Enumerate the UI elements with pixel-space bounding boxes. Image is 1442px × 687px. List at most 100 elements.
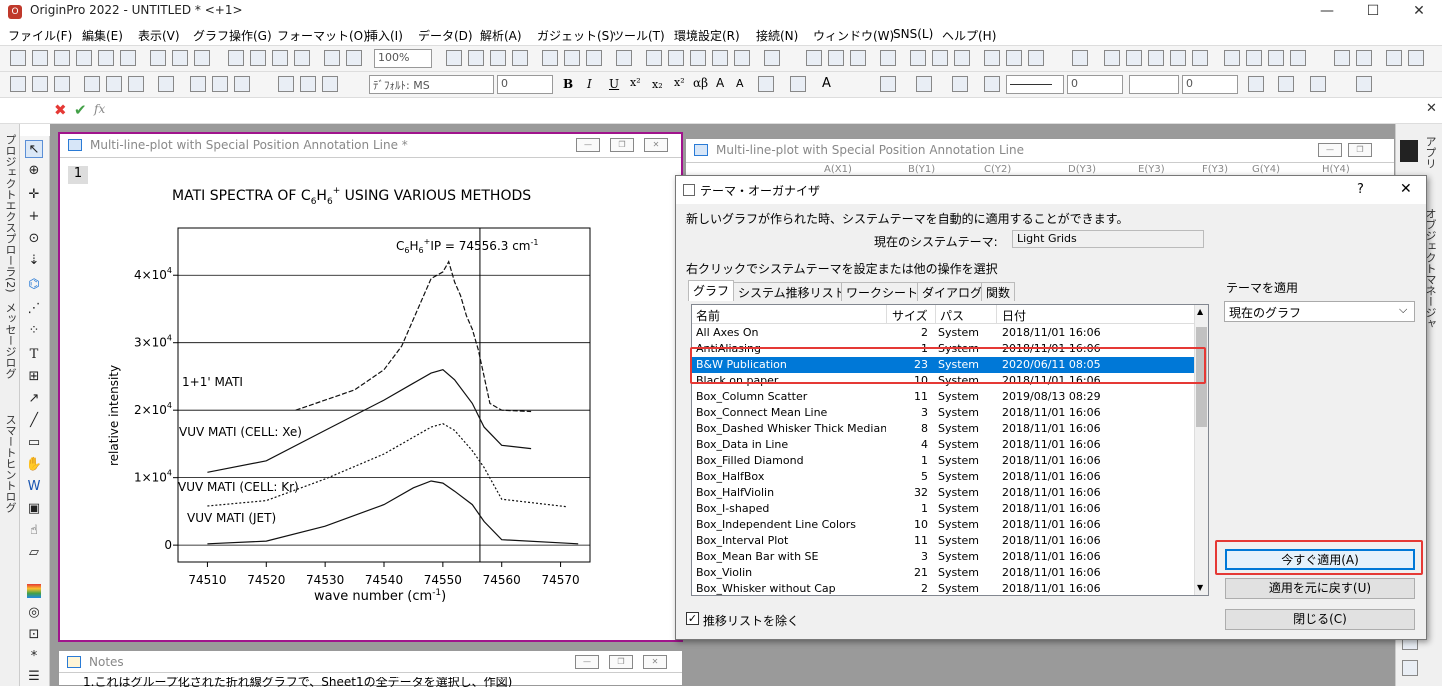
recalculate-icon[interactable] — [346, 50, 362, 66]
data-info-icon[interactable] — [690, 50, 706, 66]
sort-icon[interactable] — [850, 50, 866, 66]
tab-graph[interactable]: グラフ — [688, 280, 735, 301]
column-header[interactable]: D(Y3) — [1068, 164, 1096, 175]
eraser-icon[interactable]: ▱ — [25, 544, 43, 562]
column-header[interactable]: B(Y1) — [908, 164, 935, 175]
list-item[interactable]: Box_Dashed Whisker Thick Median 8 System 20… — [692, 421, 1194, 437]
dialog-help-button[interactable]: ? — [1357, 182, 1364, 197]
column-header-name[interactable]: 名前 — [696, 307, 720, 324]
exclude-history-checkbox[interactable]: ✓ — [686, 612, 699, 625]
series-label[interactable]: VUV MATI (CELL: Xe) — [179, 425, 302, 439]
command-window-icon[interactable] — [586, 50, 602, 66]
project-explorer-tab[interactable]: プロジェクトエクスプローラ(2) — [2, 134, 18, 293]
list-item[interactable]: Box_Interval Plot 11 System 2018/11/01 16:0… — [692, 533, 1194, 549]
image-tool-icon[interactable]: ▣ — [25, 500, 43, 518]
menu-preferences[interactable]: 環境設定(R) — [674, 27, 740, 44]
tab-function[interactable]: 関数 — [981, 282, 1016, 301]
data-slider-icon[interactable]: ⇣ — [25, 252, 43, 270]
previous-icon[interactable] — [1246, 50, 1262, 66]
tab-system-history[interactable]: システム推移リスト — [733, 282, 851, 301]
dialog-close-button[interactable]: ✕ — [1400, 181, 1412, 197]
dock-icon-2[interactable] — [1402, 660, 1418, 676]
new-workbook-icon[interactable] — [54, 50, 70, 66]
menu-gadget[interactable]: ガジェット(S) — [537, 27, 614, 44]
layer-icon[interactable] — [234, 76, 250, 92]
close-dialog-button[interactable]: 閉じる(C) — [1225, 609, 1415, 630]
align-icon[interactable] — [758, 76, 774, 92]
set-z-icon[interactable] — [1148, 50, 1164, 66]
asterisk-tool-icon[interactable]: * — [25, 648, 43, 666]
set-y-icon[interactable] — [1126, 50, 1142, 66]
new-matrix-icon[interactable] — [98, 50, 114, 66]
font-select[interactable]: ﾃﾞﾌｫﾙﾄ: MS — [369, 75, 494, 94]
circle-tool-icon[interactable]: ◎ — [25, 604, 43, 622]
histogram-icon[interactable] — [954, 50, 970, 66]
graph-tool-icon-5[interactable] — [106, 76, 122, 92]
graph-tool-icon-3[interactable] — [54, 76, 70, 92]
underline-icon[interactable]: U — [609, 77, 619, 91]
menu-insert[interactable]: 挿入(I) — [366, 27, 403, 44]
menu-window[interactable]: ウィンドウ(W) — [813, 27, 894, 44]
import-icon[interactable] — [324, 50, 340, 66]
list-item[interactable]: Box_Data in Line 4 System 2018/11/01 16:06 — [692, 437, 1194, 453]
statistics-icon[interactable] — [828, 50, 844, 66]
cancel-formula-icon[interactable]: ✖ — [54, 101, 67, 119]
line-tool-icon[interactable]: ╱ — [25, 412, 43, 430]
ionization-annotation[interactable]: C6H6+IP = 74556.3 cm-1 — [396, 237, 538, 255]
fill-color-icon[interactable] — [880, 76, 896, 92]
color-scale-icon[interactable] — [25, 582, 43, 600]
subscript-icon[interactable]: x₂ — [652, 78, 663, 91]
new-excel-icon[interactable] — [194, 50, 210, 66]
superscript-icon[interactable]: x² — [630, 76, 641, 89]
scroll-up-icon[interactable]: ▲ — [1197, 307, 1203, 316]
pointer-icon[interactable]: ↖ — [25, 140, 43, 158]
worksheet-minimize-button[interactable]: — — [1318, 143, 1342, 157]
fx-icon[interactable]: fx — [94, 102, 105, 116]
batch-icon[interactable] — [512, 50, 528, 66]
apply-target-select[interactable]: 現在のグラフ ⌵ — [1224, 301, 1415, 322]
screen-reader-icon[interactable]: ✛ — [25, 186, 43, 204]
save-icon[interactable] — [272, 50, 288, 66]
set-column-values-icon[interactable] — [880, 50, 896, 66]
list-item[interactable]: Box_Connect Mean Line 3 System 2018/11/01 1… — [692, 405, 1194, 421]
set-x-icon[interactable] — [1104, 50, 1120, 66]
line-style-select[interactable] — [1006, 75, 1064, 94]
new-project-icon[interactable] — [10, 50, 26, 66]
menu-format[interactable]: フォーマット(O) — [277, 27, 368, 44]
text-tool-icon[interactable]: T — [25, 346, 43, 364]
close-app-button[interactable]: ✕ — [1396, 0, 1442, 24]
graph-tool-icon-6[interactable] — [128, 76, 144, 92]
data-mask-icon[interactable]: ⋰ — [25, 300, 43, 318]
filter-clear-icon[interactable] — [1006, 50, 1022, 66]
dialog-title-bar[interactable]: テーマ・オーガナイザ ? ✕ — [676, 176, 1426, 204]
project-explorer-icon[interactable] — [616, 50, 632, 66]
tab-dialog[interactable]: ダイアログ — [917, 282, 988, 301]
graph-tool-icon-2[interactable] — [32, 76, 48, 92]
layer-tool-icon[interactable]: ⊞ — [25, 368, 43, 386]
set-error-icon[interactable] — [1170, 50, 1186, 66]
list-item[interactable]: Box_HalfViolin 32 System 2018/11/01 16:06 — [692, 485, 1194, 501]
list-item[interactable]: Box_Independent Line Colors 10 System 2018/… — [692, 517, 1194, 533]
add-column-icon[interactable] — [764, 50, 780, 66]
bar-chart-icon[interactable] — [910, 50, 926, 66]
list-item[interactable]: Box_Whisker without Cap 2 System 2018/11/01… — [692, 581, 1194, 595]
list-item[interactable]: Box_Mean Bar with SE 3 System 2018/11/01 16… — [692, 549, 1194, 565]
worksheet-window[interactable]: Multi-line-plot with Special Position An… — [685, 138, 1395, 178]
hand-pointer-icon[interactable]: ☝ — [25, 522, 43, 540]
scroll-down-icon[interactable]: ▼ — [1197, 583, 1203, 592]
tab-worksheet[interactable]: ワークシート — [841, 282, 924, 301]
results-log-icon[interactable] — [564, 50, 580, 66]
new-layout-icon[interactable] — [150, 50, 166, 66]
menu-tools[interactable]: ツール(T) — [612, 27, 665, 44]
cut-icon[interactable] — [278, 76, 294, 92]
column-chart-icon[interactable] — [932, 50, 948, 66]
notes-restore-button[interactable]: ❐ — [609, 655, 633, 669]
graph-minimize-button[interactable]: — — [576, 138, 600, 152]
graph-tool-icon-4[interactable] — [84, 76, 100, 92]
series-label[interactable]: 1+1' MATI — [182, 375, 243, 389]
graph-window[interactable]: Multi-line-plot with Special Position An… — [58, 132, 683, 642]
save-template-icon[interactable] — [294, 50, 310, 66]
greek-icon[interactable]: αβ — [693, 76, 708, 90]
worksheet-restore-button[interactable]: ❐ — [1348, 143, 1372, 157]
sum-icon[interactable] — [806, 50, 822, 66]
